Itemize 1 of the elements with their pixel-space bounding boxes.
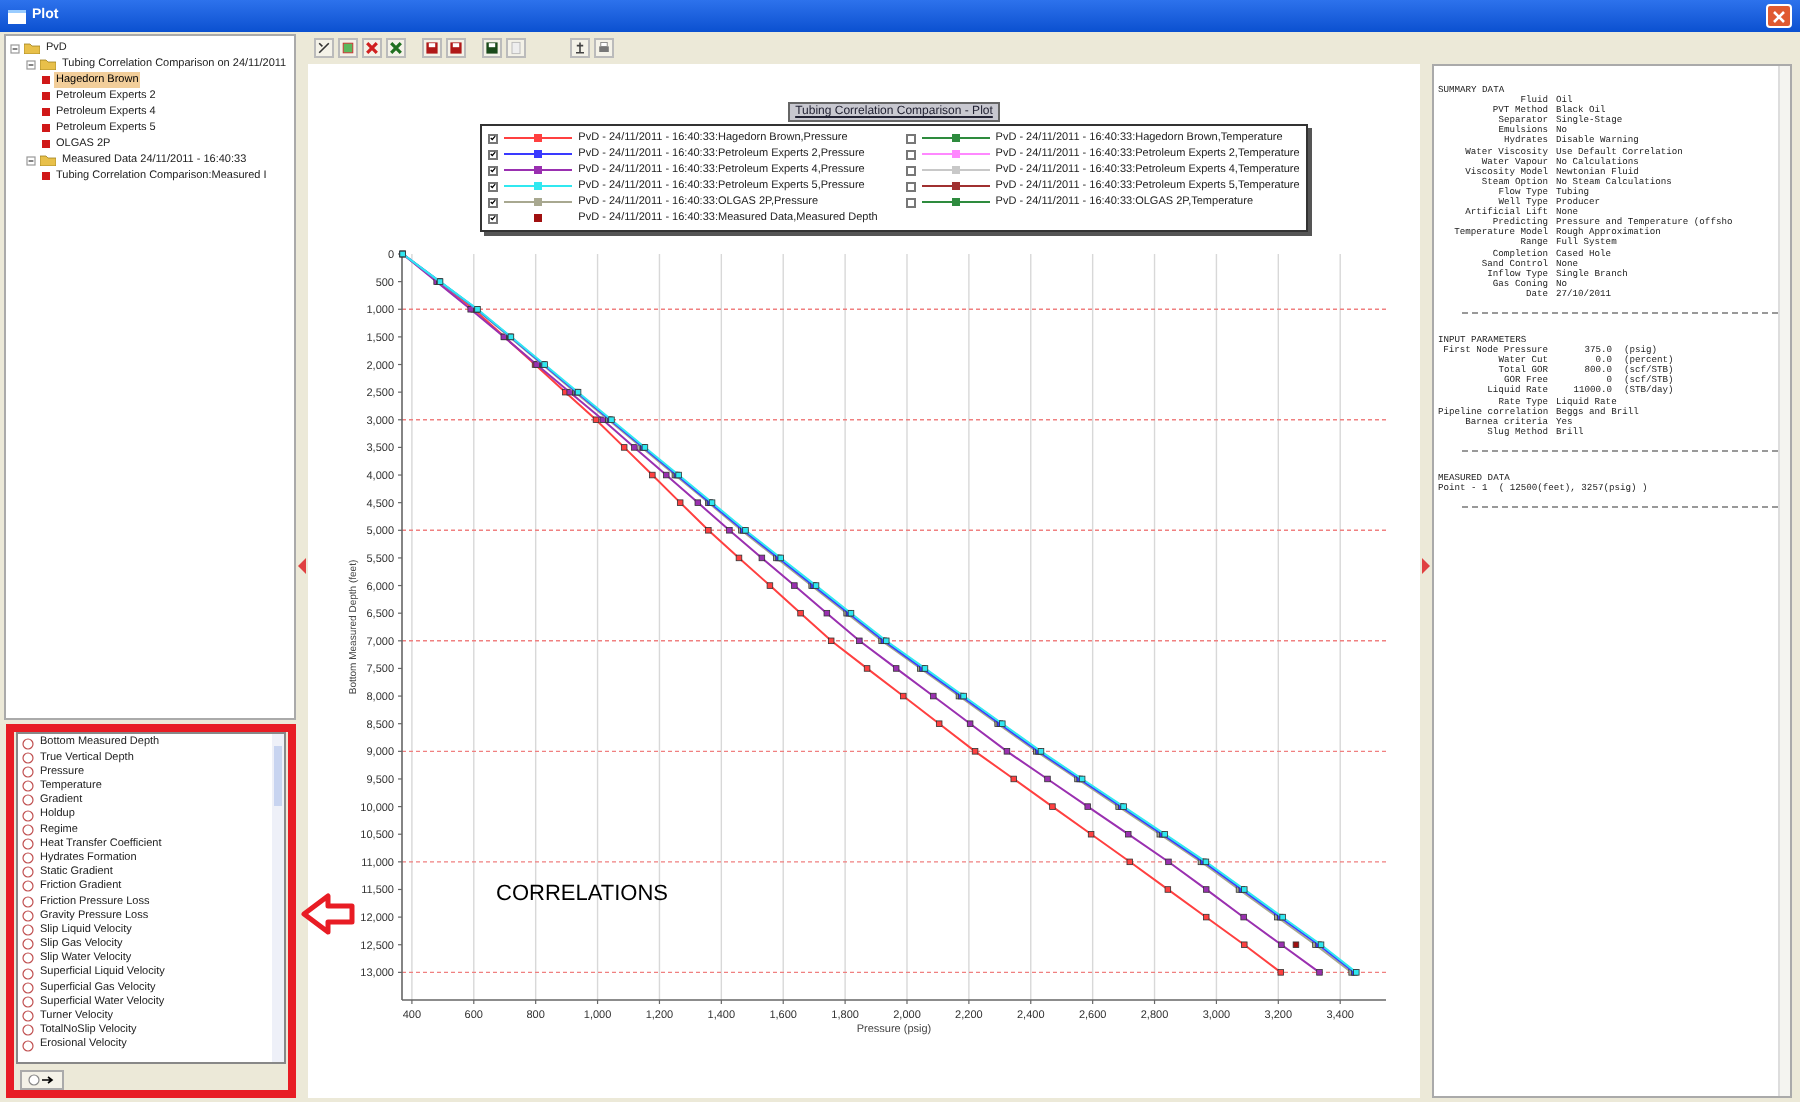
annotation-label: CORRELATIONS <box>496 880 668 910</box>
